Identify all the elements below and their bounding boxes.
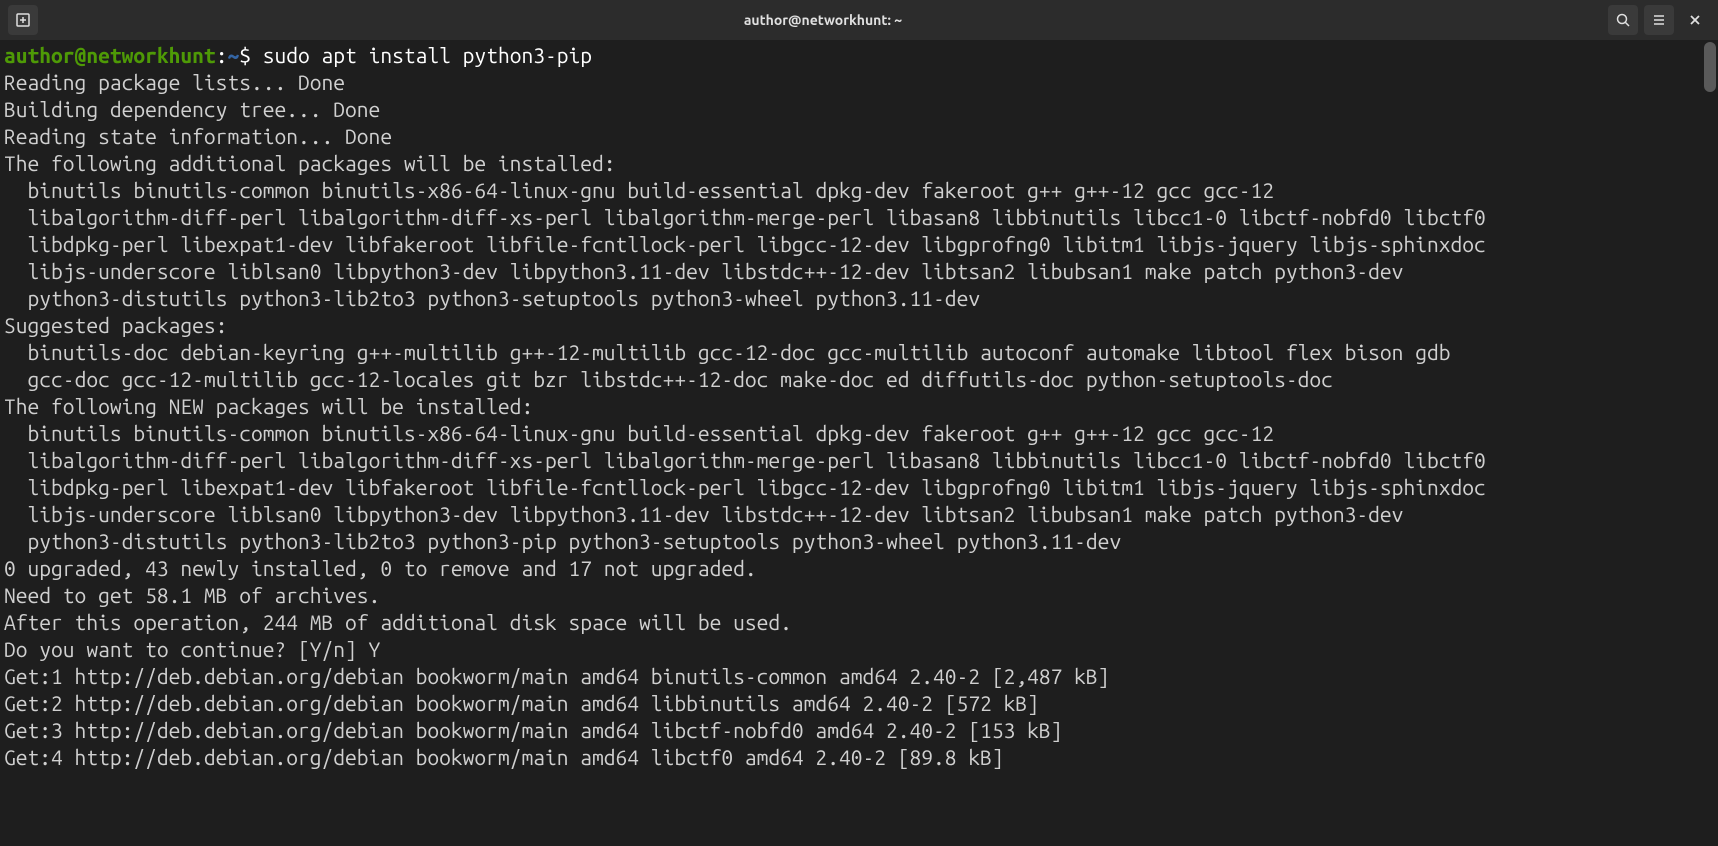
output-line: binutils binutils-common binutils-x86-64… [4, 421, 1274, 445]
output-line: libalgorithm-diff-perl libalgorithm-diff… [4, 448, 1486, 472]
output-line: libjs-underscore liblsan0 libpython3-dev… [4, 259, 1403, 283]
plus-icon [15, 12, 31, 28]
output-line: python3-distutils python3-lib2to3 python… [4, 529, 1121, 553]
output-line: Reading package lists... Done [4, 70, 345, 94]
output-line: Get:4 http://deb.debian.org/debian bookw… [4, 745, 1004, 769]
output-line: Do you want to continue? [Y/n] Y [4, 637, 380, 661]
titlebar-right-controls [1608, 5, 1710, 35]
prompt-user-host: author@networkhunt [4, 43, 216, 67]
output-line: binutils binutils-common binutils-x86-64… [4, 178, 1274, 202]
output-line: python3-distutils python3-lib2to3 python… [4, 286, 980, 310]
output-line: Suggested packages: [4, 313, 227, 337]
output-line: libalgorithm-diff-perl libalgorithm-diff… [4, 205, 1486, 229]
output-line: libjs-underscore liblsan0 libpython3-dev… [4, 502, 1403, 526]
terminal-body[interactable]: author@networkhunt:~$ sudo apt install p… [0, 40, 1718, 846]
hamburger-icon [1651, 12, 1667, 28]
terminal-content: author@networkhunt:~$ sudo apt install p… [4, 42, 1714, 771]
output-line: gcc-doc gcc-12-multilib gcc-12-locales g… [4, 367, 1333, 391]
prompt-colon: : [216, 43, 228, 67]
close-icon [1687, 12, 1703, 28]
output-line: libdpkg-perl libexpat1-dev libfakeroot l… [4, 232, 1486, 256]
window-title: author@networkhunt: ~ [38, 12, 1608, 28]
new-tab-button[interactable] [8, 5, 38, 35]
output-line: Need to get 58.1 MB of archives. [4, 583, 380, 607]
prompt-path: ~ [227, 43, 239, 67]
output-line: libdpkg-perl libexpat1-dev libfakeroot l… [4, 475, 1486, 499]
menu-button[interactable] [1644, 5, 1674, 35]
search-button[interactable] [1608, 5, 1638, 35]
output-line: Get:3 http://deb.debian.org/debian bookw… [4, 718, 1062, 742]
output-line: The following NEW packages will be insta… [4, 394, 533, 418]
output-line: 0 upgraded, 43 newly installed, 0 to rem… [4, 556, 757, 580]
titlebar-left-controls [8, 5, 38, 35]
output-line: The following additional packages will b… [4, 151, 616, 175]
output-line: Get:2 http://deb.debian.org/debian bookw… [4, 691, 1039, 715]
prompt-dollar: $ [239, 43, 251, 67]
output-line: Reading state information... Done [4, 124, 392, 148]
scrollbar-thumb[interactable] [1704, 42, 1716, 92]
output-line: Get:1 http://deb.debian.org/debian bookw… [4, 664, 1109, 688]
search-icon [1615, 12, 1631, 28]
command-text: sudo apt install python3-pip [263, 43, 592, 67]
output-line: binutils-doc debian-keyring g++-multilib… [4, 340, 1451, 364]
output-line: Building dependency tree... Done [4, 97, 380, 121]
output-line: After this operation, 244 MB of addition… [4, 610, 792, 634]
window-titlebar: author@networkhunt: ~ [0, 0, 1718, 40]
close-button[interactable] [1680, 5, 1710, 35]
